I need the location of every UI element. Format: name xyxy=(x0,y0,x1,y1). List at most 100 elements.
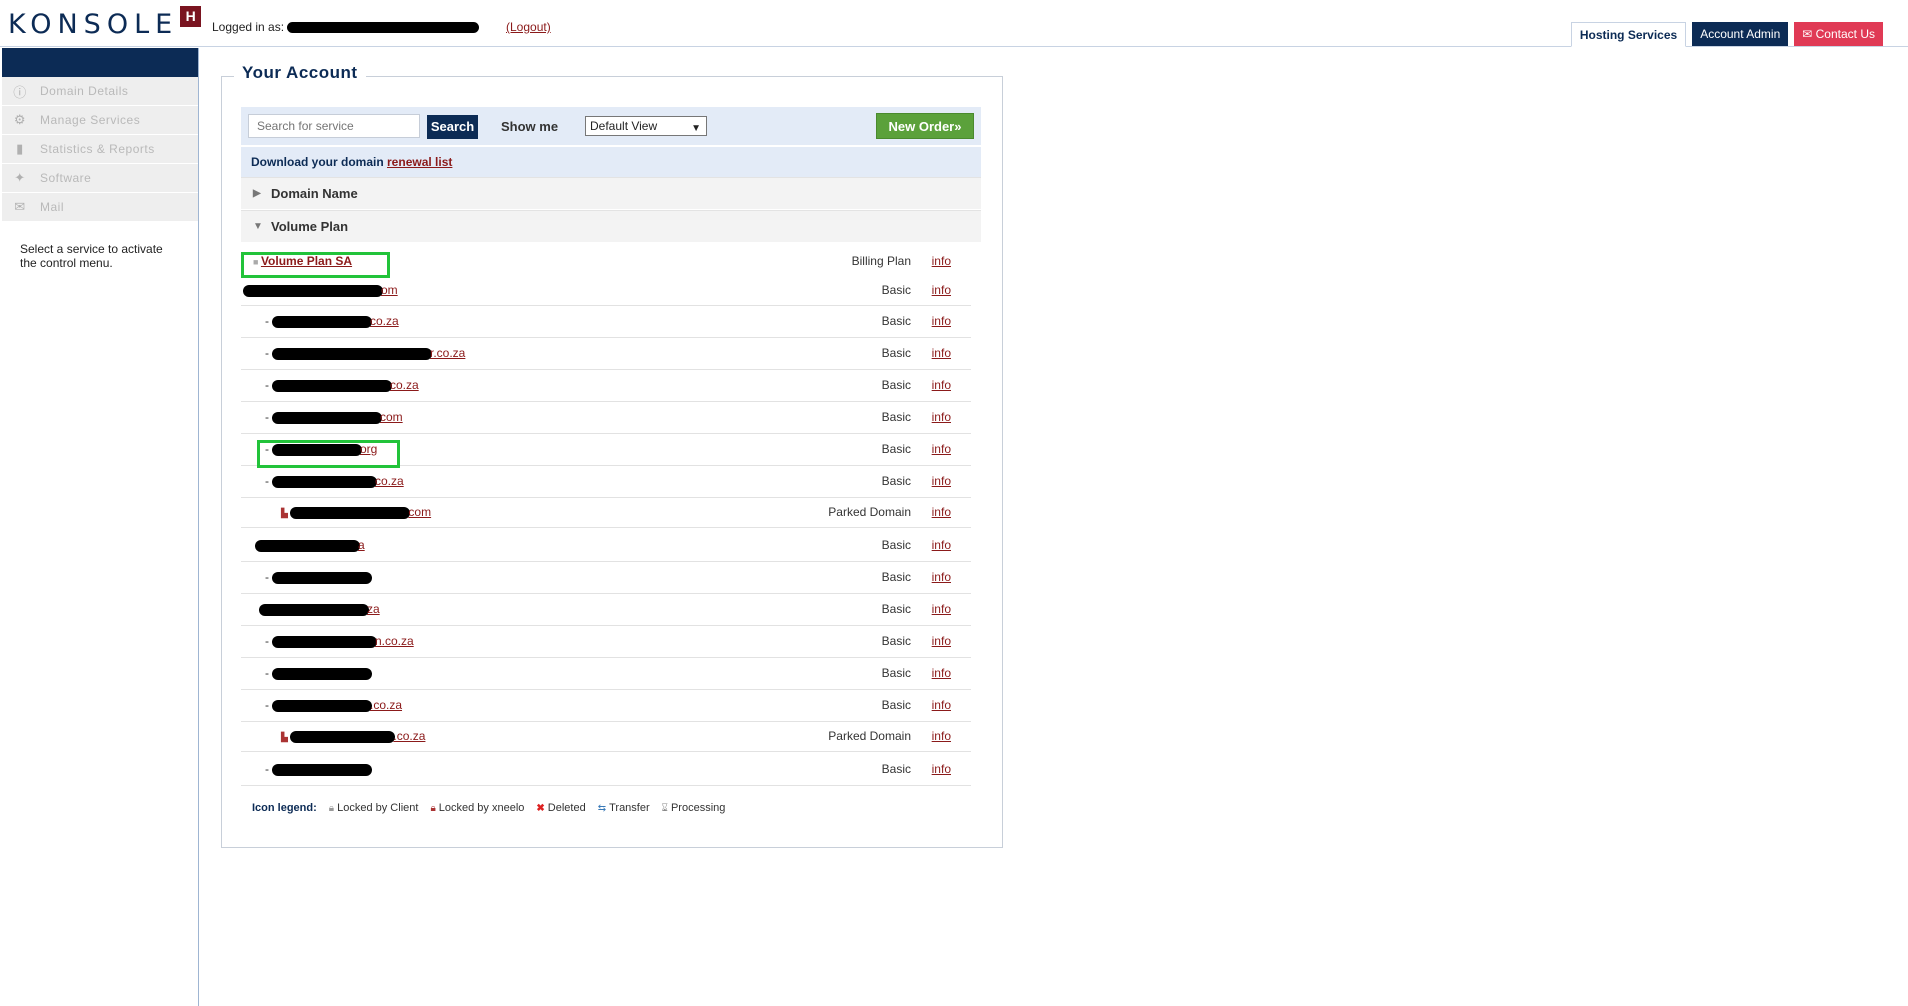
info-link[interactable]: info xyxy=(932,247,951,275)
sidebar-item-software[interactable]: ✦ Software xyxy=(2,164,198,193)
group-label: Domain Name xyxy=(271,186,358,201)
konsole-logo[interactable]: KONSOLE H xyxy=(8,6,202,42)
info-link[interactable]: info xyxy=(932,401,951,433)
domain-suffix: r.co.za xyxy=(430,346,466,360)
info-link[interactable]: info xyxy=(932,275,951,305)
logo-text: KONSOLE xyxy=(8,9,179,40)
service-plan: Basic xyxy=(881,538,911,552)
info-link[interactable]: info xyxy=(932,625,951,657)
info-link[interactable]: info xyxy=(932,689,951,721)
info-link[interactable]: info xyxy=(932,593,951,625)
service-name-cell: - com xyxy=(265,401,403,431)
service-domain-link[interactable]: .co.za xyxy=(272,698,402,712)
service-plan: Basic xyxy=(881,346,911,360)
info-link[interactable]: info xyxy=(932,337,951,369)
service-domain-link[interactable]: n.co.za xyxy=(272,634,414,648)
service-name-cell: - co.za xyxy=(265,305,399,335)
service-name-cell: a xyxy=(255,529,365,559)
list-item: a Basic info xyxy=(241,529,971,562)
service-domain-link[interactable]: co.za xyxy=(272,314,399,328)
sidebar-item-label: Mail xyxy=(40,200,65,214)
envelope-icon: ✉ xyxy=(1802,27,1816,41)
info-icon: ⓘ xyxy=(13,84,27,100)
redacted-domain xyxy=(243,284,383,297)
sidebar-header-bar xyxy=(2,48,198,77)
redacted-domain xyxy=(272,571,372,584)
group-volume-plan[interactable]: ▼ Volume Plan xyxy=(241,210,981,242)
tab-hosting-services[interactable]: Hosting Services xyxy=(1570,22,1687,47)
redacted-domain xyxy=(272,763,372,776)
service-plan: Basic xyxy=(881,283,911,297)
sidebar-item-mail[interactable]: ✉ Mail xyxy=(2,193,198,222)
info-link[interactable]: info xyxy=(932,497,951,527)
info-link[interactable]: info xyxy=(932,529,951,561)
redacted-domain xyxy=(272,699,372,712)
service-domain-link[interactable]: co.za xyxy=(272,378,419,392)
group-label: Volume Plan xyxy=(271,219,349,234)
sidebar-item-label: Statistics & Reports xyxy=(40,142,155,156)
domain-suffix: com xyxy=(408,505,432,519)
service-name-cell: - n.co.za xyxy=(265,625,414,655)
tree-dash: - xyxy=(265,314,269,328)
tree-dash: - xyxy=(265,474,269,488)
redacted-domain xyxy=(290,506,411,519)
tree-dash: - xyxy=(265,762,269,776)
legend-label: Locked by Client xyxy=(337,802,419,814)
group-domain-name[interactable]: ▶ Domain Name xyxy=(241,177,981,209)
contact-us-button[interactable]: ✉ Contact Us xyxy=(1794,22,1883,46)
info-link[interactable]: info xyxy=(932,657,951,689)
service-domain-link[interactable]: r.co.za xyxy=(272,346,465,360)
caret-right-icon: ▶ xyxy=(253,188,261,199)
list-item: - n.co.za Basic info xyxy=(241,625,971,658)
info-link[interactable]: info xyxy=(932,753,951,785)
search-button[interactable]: Search xyxy=(427,115,478,139)
redacted-domain xyxy=(255,539,360,552)
service-name-cell: - r.co.za xyxy=(265,337,465,367)
domain-suffix: co.za xyxy=(375,474,404,488)
logout-link[interactable]: (Logout) xyxy=(506,20,551,34)
service-domain-link[interactable]: a xyxy=(255,538,365,552)
service-domain-link[interactable]: co.za xyxy=(272,474,404,488)
tree-dash: - xyxy=(265,378,269,392)
transfer-icon: ⇆ xyxy=(597,803,607,814)
list-item: - co.za Basic info xyxy=(241,305,971,338)
contact-us-label: Contact Us xyxy=(1815,27,1875,41)
logo-badge: H xyxy=(180,6,202,27)
service-domain-link[interactable] xyxy=(272,570,372,584)
service-name-cell: za xyxy=(259,593,380,623)
tree-dash: - xyxy=(265,410,269,424)
info-link[interactable]: info xyxy=(932,369,951,401)
sidebar-item-manage-services[interactable]: ⚙ Manage Services xyxy=(2,106,198,135)
legend-processing: ⌛︎ Processing xyxy=(662,802,726,814)
domain-suffix: za xyxy=(367,602,380,616)
search-input[interactable] xyxy=(248,114,420,138)
list-item: ▙ .co.za Parked Domain info xyxy=(241,721,971,752)
info-link[interactable]: info xyxy=(932,433,951,465)
renewal-list-link[interactable]: renewal list xyxy=(387,155,452,169)
service-domain-link[interactable]: com xyxy=(290,505,431,519)
list-item: - com Basic info xyxy=(241,401,971,434)
domain-suffix: co.za xyxy=(390,378,419,392)
sidebar-item-statistics[interactable]: ▮ Statistics & Reports xyxy=(2,135,198,164)
service-plan: Basic xyxy=(881,602,911,616)
header: KONSOLE H Logged in as: (Logout) Hosting… xyxy=(0,0,1908,47)
service-domain-link[interactable]: com xyxy=(272,410,403,424)
service-domain-link[interactable] xyxy=(272,666,372,680)
sidebar-item-domain-details[interactable]: ⓘ Domain Details xyxy=(2,77,198,106)
info-link[interactable]: info xyxy=(932,721,951,751)
service-domain-link[interactable]: .co.za xyxy=(290,729,425,743)
legend-locked-client: 🔒︎ Locked by Client xyxy=(329,802,419,814)
info-link[interactable]: info xyxy=(932,561,951,593)
tab-account-admin[interactable]: Account Admin xyxy=(1692,22,1789,46)
sidebar-item-label: Domain Details xyxy=(40,84,129,98)
service-domain-link[interactable]: za xyxy=(259,602,380,616)
info-link[interactable]: info xyxy=(932,465,951,497)
info-link[interactable]: info xyxy=(932,305,951,337)
account-panel: Your Account Search Show me Default View… xyxy=(221,63,1003,848)
new-order-button[interactable]: New Order» xyxy=(876,113,974,139)
service-domain-link[interactable] xyxy=(272,762,372,776)
view-select[interactable]: Default View ▼ xyxy=(585,116,707,136)
show-me-label: Show me xyxy=(501,119,559,134)
service-domain-link[interactable]: om xyxy=(243,283,398,297)
list-item: za Basic info xyxy=(241,593,971,626)
